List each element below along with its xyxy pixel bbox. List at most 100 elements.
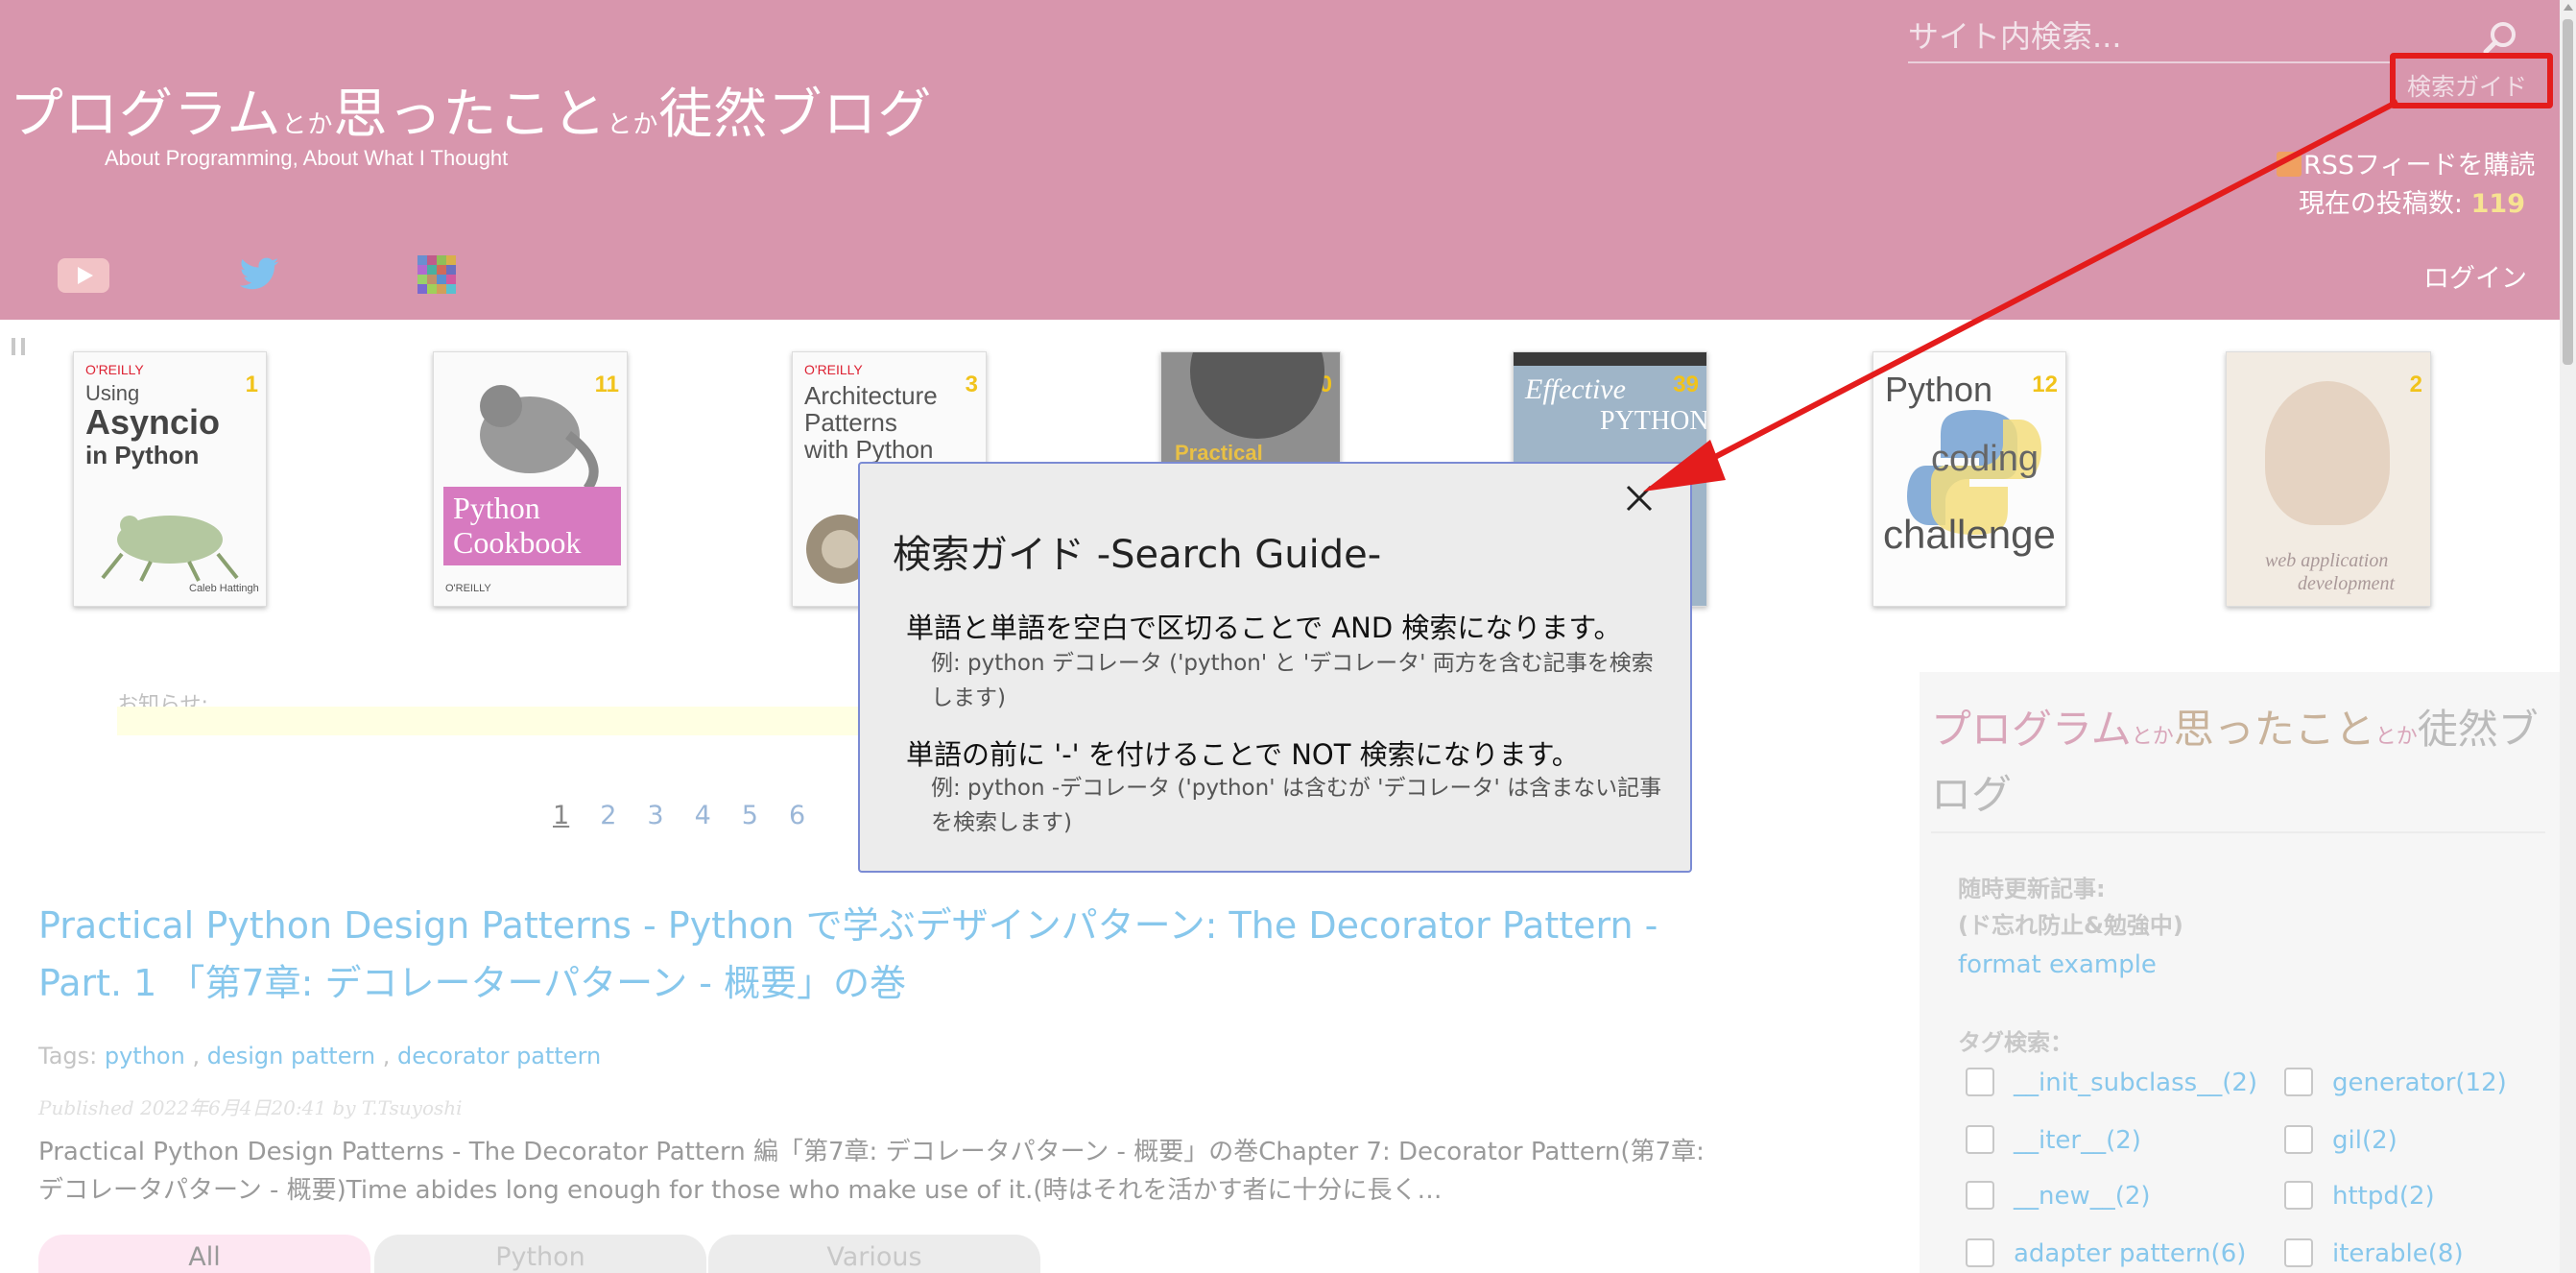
tag-checkbox[interactable] xyxy=(2284,1125,2313,1154)
and-search-example: 例: python デコレータ ('python' と 'デコレータ' 両方を含… xyxy=(931,651,1654,710)
title-part: プログラム xyxy=(10,84,282,146)
tab-python[interactable]: Python xyxy=(374,1235,706,1273)
tag-filter[interactable]: __iter__(2) xyxy=(1966,1125,2141,1155)
animal-illustration xyxy=(480,385,599,492)
close-icon[interactable] xyxy=(1623,482,1656,515)
book-cover[interactable]: 2 web application development xyxy=(2226,351,2431,607)
title-part: とか xyxy=(2131,725,2174,749)
book-title-line: challenge xyxy=(1883,512,2056,557)
book-publisher: O'REILLY xyxy=(445,583,491,594)
page-link[interactable]: 6 xyxy=(789,801,805,830)
tag-filter-label: adapter pattern(6) xyxy=(2014,1239,2247,1268)
post-count: 現在の投稿数: 119 xyxy=(2299,182,2525,220)
page-link[interactable]: 1 xyxy=(553,801,569,830)
tag-link[interactable]: decorator pattern xyxy=(397,1043,601,1069)
post-tags: Tags: python , design pattern , decorato… xyxy=(38,1043,602,1069)
site-header: プログラムとか思ったこととか徒然ブログ About Programming, A… xyxy=(0,0,2560,320)
tag-checkbox[interactable] xyxy=(1966,1181,1994,1210)
book-title-line: web application xyxy=(2265,550,2389,571)
page-scrollbar[interactable] xyxy=(2560,0,2576,1273)
page-link[interactable]: 3 xyxy=(647,801,663,830)
site-title[interactable]: プログラムとか思ったこととか徒然ブログ xyxy=(10,71,932,149)
tab-all[interactable]: All xyxy=(38,1235,370,1273)
and-search-rule: 単語と単語を空白で区切ることで AND 検索になります。 xyxy=(906,612,1622,644)
search-guide-link[interactable]: 検索ガイド xyxy=(2390,53,2553,108)
title-part: 思ったこと xyxy=(333,84,608,146)
tag-filter-label: __init_subclass__(2) xyxy=(2014,1069,2258,1097)
twitter-icon[interactable] xyxy=(236,253,282,296)
post-count-label: 現在の投稿数: xyxy=(2298,189,2471,219)
book-rank: 1 xyxy=(245,372,258,397)
youtube-icon[interactable] xyxy=(58,258,109,293)
search-icon[interactable] xyxy=(2482,19,2520,58)
page-link[interactable]: 4 xyxy=(695,801,711,830)
tag-filter[interactable]: __new__(2) xyxy=(1966,1181,2151,1211)
book-rank: 39 xyxy=(1673,372,1699,397)
book-title-line: PYTHON xyxy=(1600,406,1707,436)
login-link[interactable]: ログイン xyxy=(2423,257,2527,295)
pagination: 1 2 3 4 5 6 xyxy=(553,801,805,830)
book-title-line: Patterns xyxy=(804,408,897,437)
tag-filter-label: gil(2) xyxy=(2332,1126,2397,1155)
title-part: とか xyxy=(281,110,334,139)
book-title-line: development xyxy=(2298,573,2396,594)
tag-filter[interactable]: __init_subclass__(2) xyxy=(1966,1068,2257,1097)
book-band xyxy=(1514,352,1706,366)
tag-filter[interactable]: iterable(8) xyxy=(2284,1238,2464,1268)
book-title-line: Python xyxy=(453,491,540,525)
tag-search-label: タグ検索： xyxy=(1958,1029,2073,1056)
book-rank: 12 xyxy=(2032,372,2058,397)
portrait-graphic xyxy=(2265,381,2390,525)
sidebar-title: プログラムとか思ったこととか徒然ブログ xyxy=(1931,701,2545,833)
book-cover[interactable]: 12 Python coding challenge xyxy=(1872,351,2066,607)
sidebar: プログラムとか思ったこととか徒然ブログ 随時更新記事: (ド忘れ防止&勉強中) … xyxy=(1920,672,2560,1273)
title-part: プログラム xyxy=(1931,706,2132,753)
title-part: 思ったこと xyxy=(2173,706,2375,753)
notice-bar xyxy=(117,707,875,735)
tag-filter-label: httpd(2) xyxy=(2332,1182,2435,1211)
tag-checkbox[interactable] xyxy=(2284,1238,2313,1267)
format-example-link[interactable]: format example xyxy=(1958,950,2157,979)
rss-subscribe-link[interactable]: RSSフィードを購読 xyxy=(2277,144,2536,181)
tag-checkbox[interactable] xyxy=(1966,1068,1994,1096)
tag-filter[interactable]: adapter pattern(6) xyxy=(1966,1238,2246,1268)
tag-link[interactable]: python xyxy=(105,1043,185,1069)
not-search-example: 例: python -デコレータ ('python' は含むが 'デコレータ' … xyxy=(931,776,1662,835)
book-title-line: coding xyxy=(1931,439,2039,479)
tag-filter[interactable]: generator(12) xyxy=(2284,1068,2507,1097)
tag-filter[interactable]: gil(2) xyxy=(2284,1125,2397,1155)
tag-checkbox[interactable] xyxy=(2284,1068,2313,1096)
frog-illustration xyxy=(101,516,239,582)
book-graphic xyxy=(1190,352,1324,439)
title-part: とか xyxy=(2374,725,2418,749)
not-search-rule: 単語の前に '-' を付けることで NOT 検索になります。 xyxy=(906,738,1580,771)
tag-filter-label: generator(12) xyxy=(2332,1069,2507,1097)
tab-various[interactable]: Various xyxy=(708,1235,1040,1273)
title-part: 徒然ブログ xyxy=(658,84,933,146)
book-title-line: Cookbook xyxy=(453,525,582,560)
pause-icon[interactable] xyxy=(12,338,25,355)
book-publisher: O'REILLY xyxy=(85,362,144,377)
book-title-line: with Python xyxy=(804,435,934,464)
page-link[interactable]: 5 xyxy=(742,801,758,830)
book-cover[interactable]: 11 Python Cookbook O'REILLY xyxy=(433,351,628,607)
post-published: Published 2022年6月4日20:41 by T.Tsuyoshi xyxy=(38,1096,463,1119)
page-link[interactable]: 2 xyxy=(600,801,616,830)
tag-checkbox[interactable] xyxy=(2284,1181,2313,1210)
book-cover[interactable]: 1 O'REILLY Using Asyncio in Python Caleb… xyxy=(73,351,267,607)
title-part: とか xyxy=(607,110,659,139)
tag-filter[interactable]: httpd(2) xyxy=(2284,1181,2435,1211)
search-guide-modal: 検索ガイド -Search Guide- 単語と単語を空白で区切ることで AND… xyxy=(858,462,1692,873)
post-title-link[interactable]: Practical Python Design Patterns - Pytho… xyxy=(38,897,1728,1012)
mosaic-icon[interactable] xyxy=(417,255,456,294)
scroll-thumb[interactable] xyxy=(2563,19,2573,365)
tag-link[interactable]: design pattern xyxy=(207,1043,375,1069)
book-title-line: in Python xyxy=(85,441,200,469)
rss-icon xyxy=(2277,152,2302,177)
tag-checkbox[interactable] xyxy=(1966,1125,1994,1154)
tag-checkbox[interactable] xyxy=(1966,1238,1994,1267)
modal-title: 検索ガイド -Search Guide- xyxy=(893,533,1382,577)
book-publisher: O'REILLY xyxy=(804,362,863,377)
tags-label: Tags: xyxy=(38,1043,98,1069)
scroll-up-arrow-icon[interactable] xyxy=(2564,4,2573,11)
